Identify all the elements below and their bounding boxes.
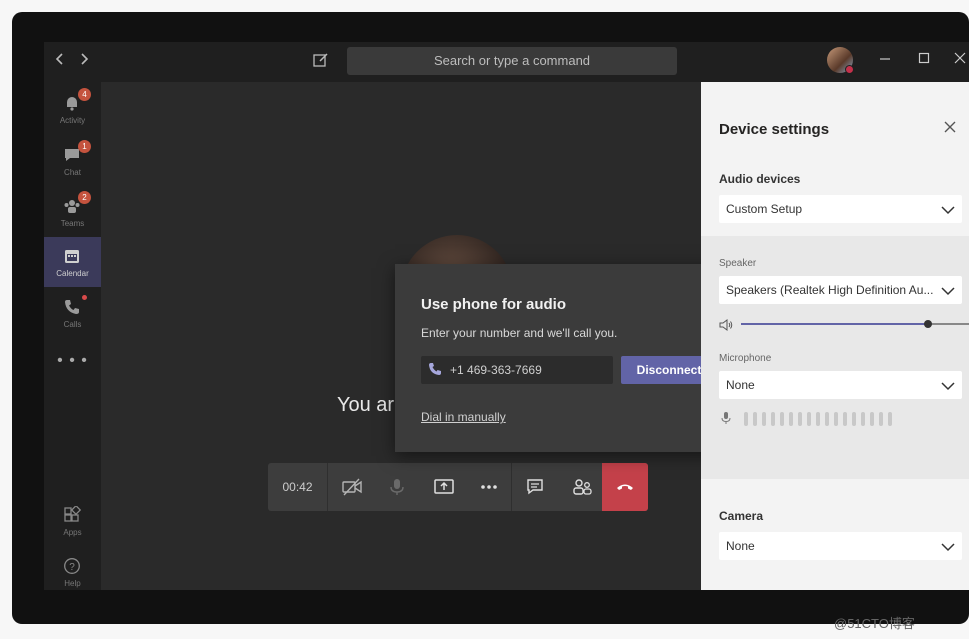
help-icon: ?	[63, 557, 81, 575]
title-bar: Search or type a command	[44, 42, 969, 82]
share-screen-icon[interactable]	[420, 463, 466, 511]
calls-dot	[82, 295, 87, 300]
close-icon[interactable]	[950, 51, 969, 68]
chevron-left-icon[interactable]	[50, 52, 70, 71]
rail-item-apps[interactable]: Apps	[44, 496, 101, 546]
chevron-down-icon	[941, 284, 955, 296]
call-status-text: You ar	[337, 394, 395, 416]
speaker-label: Speaker	[719, 258, 757, 269]
microphone-dropdown[interactable]: None	[719, 371, 962, 399]
phone-number-value: +1 469-363-7669	[450, 363, 542, 377]
mic-icon[interactable]	[374, 463, 420, 511]
maximize-icon[interactable]	[914, 51, 934, 68]
rail-item-teams[interactable]: 2 Teams	[44, 187, 101, 237]
rail-item-activity[interactable]: 4 Activity	[44, 84, 101, 134]
more-apps-button[interactable]: • • •	[44, 352, 101, 370]
teams-badge: 2	[78, 191, 91, 204]
dropdown-value: None	[726, 378, 755, 392]
teams-window: Search or type a command 4 Activity 1 Ch…	[44, 42, 969, 590]
slider-fill	[741, 323, 928, 325]
rail-item-calendar[interactable]: Calendar	[44, 237, 101, 287]
chevron-down-icon	[941, 379, 955, 391]
audio-devices-label: Audio devices	[719, 172, 801, 186]
phone-icon	[63, 298, 81, 316]
search-input[interactable]: Search or type a command	[347, 47, 677, 75]
device-settings-panel: Device settings Audio devices Custom Set…	[701, 82, 969, 590]
calendar-icon	[63, 247, 81, 265]
audio-devices-dropdown[interactable]: Custom Setup	[719, 195, 962, 223]
camera-dropdown[interactable]: None	[719, 532, 962, 560]
rail-item-label: Calendar	[56, 269, 89, 278]
rail-item-calls[interactable]: Calls	[44, 288, 101, 338]
more-icon[interactable]	[466, 463, 512, 511]
hang-up-button[interactable]	[602, 463, 648, 511]
status-badge	[845, 65, 854, 74]
rail-item-help[interactable]: ? Help	[44, 547, 101, 590]
phone-audio-dialog: Use phone for audio Enter your number an…	[395, 264, 744, 452]
phone-icon	[428, 362, 442, 376]
app-rail: 4 Activity 1 Chat 2 Teams Calendar Calls…	[44, 82, 101, 590]
participants-icon[interactable]	[558, 463, 604, 511]
phone-number-field[interactable]: +1 469-363-7669	[421, 356, 613, 384]
compose-icon[interactable]	[312, 51, 332, 71]
microphone-level-meter	[744, 412, 897, 426]
chat-badge: 1	[78, 140, 91, 153]
speaker-dropdown[interactable]: Speakers (Realtek High Definition Au...	[719, 276, 962, 304]
rail-item-label: Help	[64, 579, 81, 588]
microphone-label: Microphone	[719, 353, 772, 364]
rail-item-label: Chat	[64, 168, 81, 177]
call-timer: 00:42	[268, 463, 328, 511]
chevron-down-icon	[941, 203, 955, 215]
rail-item-label: Teams	[60, 219, 85, 228]
call-controls: 00:42	[268, 463, 648, 511]
chevron-right-icon[interactable]	[74, 52, 94, 71]
apps-icon	[63, 504, 82, 524]
dropdown-value: Speakers (Realtek High Definition Au...	[726, 283, 934, 297]
watermark: @51CTO博客	[834, 616, 915, 631]
svg-text:?: ?	[69, 562, 75, 573]
rail-item-label: Activity	[59, 116, 86, 125]
call-stage: You ar 00:42 Use phone for audio Enter y…	[101, 82, 744, 590]
hang-up-icon	[617, 484, 633, 490]
dropdown-value: None	[726, 539, 755, 553]
video-off-icon[interactable]	[328, 463, 374, 511]
dialog-subtitle: Enter your number and we'll call you.	[421, 326, 618, 340]
dropdown-value: Custom Setup	[726, 202, 803, 216]
rail-item-label: Apps	[63, 528, 82, 537]
chat-icon[interactable]	[512, 463, 558, 511]
chevron-down-icon	[941, 540, 955, 552]
rail-item-label: Calls	[63, 320, 82, 329]
microphone-icon	[721, 411, 731, 425]
slider-thumb[interactable]	[923, 320, 932, 328]
activity-badge: 4	[78, 88, 91, 101]
rail-item-chat[interactable]: 1 Chat	[44, 136, 101, 186]
close-icon[interactable]	[941, 118, 959, 138]
dial-in-manually-link[interactable]: Dial in manually	[421, 410, 506, 424]
panel-title: Device settings	[719, 121, 830, 138]
speaker-volume-slider[interactable]	[741, 320, 969, 328]
speaker-volume-icon	[719, 318, 733, 331]
camera-label: Camera	[719, 509, 764, 523]
dialog-title: Use phone for audio	[421, 296, 567, 313]
minimize-icon[interactable]	[875, 51, 895, 68]
